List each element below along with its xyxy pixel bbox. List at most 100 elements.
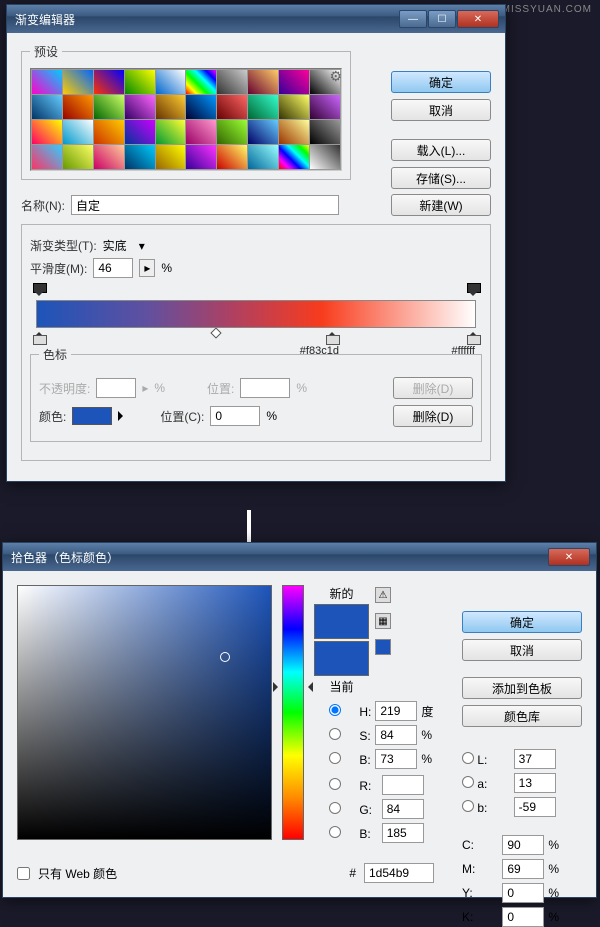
h-input[interactable] [375,701,417,721]
dropdown-icon[interactable]: ▾ [139,239,145,253]
warning-icon[interactable]: ⚠ [375,587,391,603]
midpoint-handle[interactable] [211,327,222,338]
color-menu-icon[interactable] [118,411,128,421]
load-button[interactable]: 载入(L)... [391,139,491,161]
swatch[interactable] [125,145,155,169]
swatch[interactable] [217,70,247,94]
cube-icon[interactable]: ▦ [375,613,391,629]
swatch[interactable] [156,95,186,119]
s-input[interactable] [375,725,417,745]
smoothness-input[interactable] [93,258,133,278]
current-color-box[interactable] [314,641,369,676]
color-stop-1[interactable] [33,327,45,341]
swatch[interactable] [310,95,340,119]
b-input[interactable] [375,749,417,769]
swatch[interactable] [186,120,216,144]
s-radio[interactable] [314,728,356,740]
close-button[interactable]: ✕ [548,548,590,566]
swatch[interactable] [248,145,278,169]
swatch[interactable] [156,70,186,94]
g-input[interactable] [382,799,424,819]
preset-swatches[interactable] [30,68,342,171]
ok-button[interactable]: 确定 [462,611,582,633]
swatch[interactable] [63,95,93,119]
maximize-button[interactable]: ☐ [428,10,456,28]
swatch[interactable] [217,120,247,144]
swatch[interactable] [125,95,155,119]
g-radio[interactable] [314,802,356,814]
swatch[interactable] [186,145,216,169]
swatch[interactable] [248,120,278,144]
lb-radio[interactable] [462,800,474,812]
b-radio[interactable] [314,752,356,764]
swatch[interactable] [186,70,216,94]
opacity-stop-right[interactable] [467,287,479,301]
position-c-input[interactable] [210,406,260,426]
cancel-button[interactable]: 取消 [391,99,491,121]
y-input[interactable] [502,883,544,903]
swatch[interactable] [310,120,340,144]
color-stop-2[interactable] [326,327,338,341]
titlebar[interactable]: 拾色器（色标颜色） ✕ [3,543,596,571]
saturation-value-field[interactable] [17,585,272,840]
swatch[interactable] [32,70,62,94]
minimize-button[interactable]: — [399,10,427,28]
hex-input[interactable] [364,863,434,883]
swatch[interactable] [279,70,309,94]
gear-icon[interactable]: ⚙ [329,68,342,85]
swatch[interactable] [248,70,278,94]
ok-button[interactable]: 确定 [391,71,491,93]
swatch[interactable] [63,70,93,94]
cancel-button[interactable]: 取消 [462,639,582,661]
save-button[interactable]: 存储(S)... [391,167,491,189]
titlebar[interactable]: 渐变编辑器 — ☐ ✕ [7,5,505,33]
swatch[interactable] [32,95,62,119]
color-stop-3[interactable] [467,327,479,341]
color-lib-button[interactable]: 颜色库 [462,705,582,727]
web-only-checkbox[interactable] [17,867,30,880]
swatch[interactable] [63,120,93,144]
close-button[interactable]: ✕ [457,10,499,28]
k-input[interactable] [502,907,544,927]
swatch[interactable] [217,95,247,119]
swatch[interactable] [156,120,186,144]
stepper-icon[interactable]: ▸ [139,259,155,277]
swatch[interactable] [125,120,155,144]
swatch[interactable] [310,145,340,169]
lb-input[interactable] [514,797,556,817]
swatch[interactable] [125,70,155,94]
opacity-stop-left[interactable] [33,287,45,301]
hue-slider[interactable] [282,585,304,840]
swatch[interactable] [32,120,62,144]
gradient-slider[interactable]: #f83c1d #ffffff [30,282,482,346]
a-radio[interactable] [462,776,474,788]
websafe-swatch[interactable] [375,639,391,655]
swatch[interactable] [94,95,124,119]
swatch[interactable] [248,95,278,119]
c-input[interactable] [502,835,544,855]
swatch[interactable] [279,145,309,169]
swatch[interactable] [156,145,186,169]
r-radio[interactable] [314,778,356,790]
swatch[interactable] [63,145,93,169]
swatch[interactable] [94,120,124,144]
new-button[interactable]: 新建(W) [391,194,491,216]
name-input[interactable] [71,195,339,215]
r-input[interactable] [382,775,424,795]
m-input[interactable] [502,859,544,879]
l-input[interactable] [514,749,556,769]
swatch[interactable] [94,70,124,94]
a-input[interactable] [514,773,556,793]
swatch[interactable] [32,145,62,169]
delete-color-button[interactable]: 删除(D) [393,405,473,427]
gradient-bar[interactable]: #f83c1d #ffffff [36,300,476,328]
swatch[interactable] [186,95,216,119]
swatch[interactable] [94,145,124,169]
h-radio[interactable] [314,704,356,716]
bb-input[interactable] [382,823,424,843]
color-well[interactable] [72,407,112,425]
add-swatch-button[interactable]: 添加到色板 [462,677,582,699]
swatch[interactable] [217,145,247,169]
bb-radio[interactable] [314,826,356,838]
swatch[interactable] [279,95,309,119]
